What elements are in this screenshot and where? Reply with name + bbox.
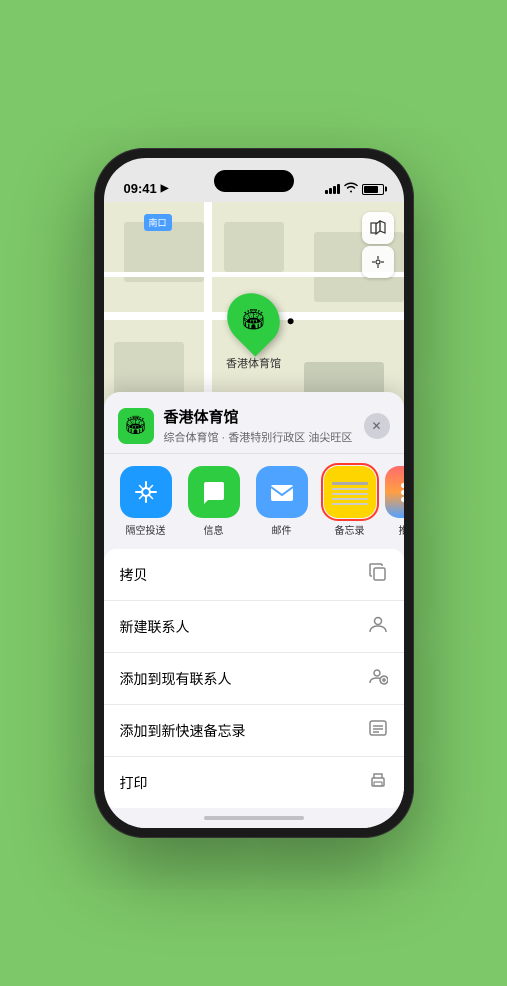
map-label: 南口 bbox=[144, 214, 172, 231]
share-airdrop[interactable]: 隔空投送 bbox=[114, 466, 178, 537]
signal-icon bbox=[325, 184, 340, 194]
pin-emoji: 🏟 bbox=[241, 307, 266, 332]
add-note-icon bbox=[368, 718, 388, 743]
dynamic-island bbox=[214, 170, 294, 192]
print-action[interactable]: 打印 bbox=[104, 757, 404, 808]
map-road bbox=[104, 272, 404, 277]
venue-info: 香港体育馆 综合体育馆 · 香港特别行政区 油尖旺区 bbox=[164, 406, 354, 445]
airdrop-icon bbox=[120, 466, 172, 518]
venue-icon: 🏟 bbox=[118, 408, 154, 444]
map-label-text: 南口 bbox=[149, 218, 167, 228]
new-contact-icon bbox=[368, 614, 388, 639]
add-contact-icon bbox=[368, 666, 388, 691]
wifi-icon bbox=[344, 182, 358, 196]
sheet-header: 🏟 香港体育馆 综合体育馆 · 香港特别行政区 油尖旺区 ✕ bbox=[104, 392, 404, 454]
print-icon bbox=[368, 770, 388, 795]
venue-subtitle: 综合体育馆 · 香港特别行政区 油尖旺区 bbox=[164, 429, 354, 445]
add-existing-label: 添加到现有联系人 bbox=[120, 669, 232, 689]
status-icons bbox=[325, 182, 384, 196]
pin-icon: 🏟 bbox=[216, 282, 290, 356]
close-button[interactable]: ✕ bbox=[364, 413, 390, 439]
battery-icon bbox=[362, 184, 384, 195]
venue-name: 香港体育馆 bbox=[164, 406, 354, 427]
map-controls bbox=[362, 212, 394, 278]
add-note-action[interactable]: 添加到新快速备忘录 bbox=[104, 705, 404, 757]
map-type-button[interactable] bbox=[362, 212, 394, 244]
time-display: 09:41 bbox=[124, 181, 157, 196]
home-indicator bbox=[104, 808, 404, 828]
map-pin: 🏟 香港体育馆 bbox=[226, 292, 281, 371]
share-messages[interactable]: 信息 bbox=[182, 466, 246, 537]
more-icon bbox=[385, 466, 404, 518]
copy-label: 拷贝 bbox=[120, 565, 148, 585]
status-time: 09:41 ▶ bbox=[124, 181, 169, 196]
bottom-sheet: 🏟 香港体育馆 综合体育馆 · 香港特别行政区 油尖旺区 ✕ bbox=[104, 392, 404, 828]
add-existing-action[interactable]: 添加到现有联系人 bbox=[104, 653, 404, 705]
share-row: 隔空投送 信息 bbox=[104, 454, 404, 545]
notes-label: 备忘录 bbox=[335, 522, 365, 537]
print-label: 打印 bbox=[120, 773, 148, 793]
home-bar bbox=[204, 816, 304, 820]
location-arrow-icon: ▶ bbox=[161, 183, 169, 194]
messages-label: 信息 bbox=[204, 522, 224, 537]
new-contact-action[interactable]: 新建联系人 bbox=[104, 601, 404, 653]
copy-action[interactable]: 拷贝 bbox=[104, 549, 404, 601]
more-label: 推 bbox=[399, 522, 404, 537]
mail-icon bbox=[256, 466, 308, 518]
phone-screen: 09:41 ▶ bbox=[104, 158, 404, 828]
add-note-label: 添加到新快速备忘录 bbox=[120, 721, 246, 741]
share-more[interactable]: 推 bbox=[386, 466, 404, 537]
new-contact-label: 新建联系人 bbox=[120, 617, 190, 637]
share-notes[interactable]: 备忘录 bbox=[318, 466, 382, 537]
action-list: 拷贝 新建联系人 bbox=[104, 549, 404, 808]
map-block bbox=[224, 222, 284, 272]
location-button[interactable] bbox=[362, 246, 394, 278]
airdrop-label: 隔空投送 bbox=[126, 522, 166, 537]
phone-frame: 09:41 ▶ bbox=[94, 148, 414, 838]
notes-icon bbox=[324, 466, 376, 518]
mail-label: 邮件 bbox=[272, 522, 292, 537]
messages-icon bbox=[188, 466, 240, 518]
pin-label: 香港体育馆 bbox=[226, 355, 281, 371]
copy-icon bbox=[368, 562, 388, 587]
share-mail[interactable]: 邮件 bbox=[250, 466, 314, 537]
